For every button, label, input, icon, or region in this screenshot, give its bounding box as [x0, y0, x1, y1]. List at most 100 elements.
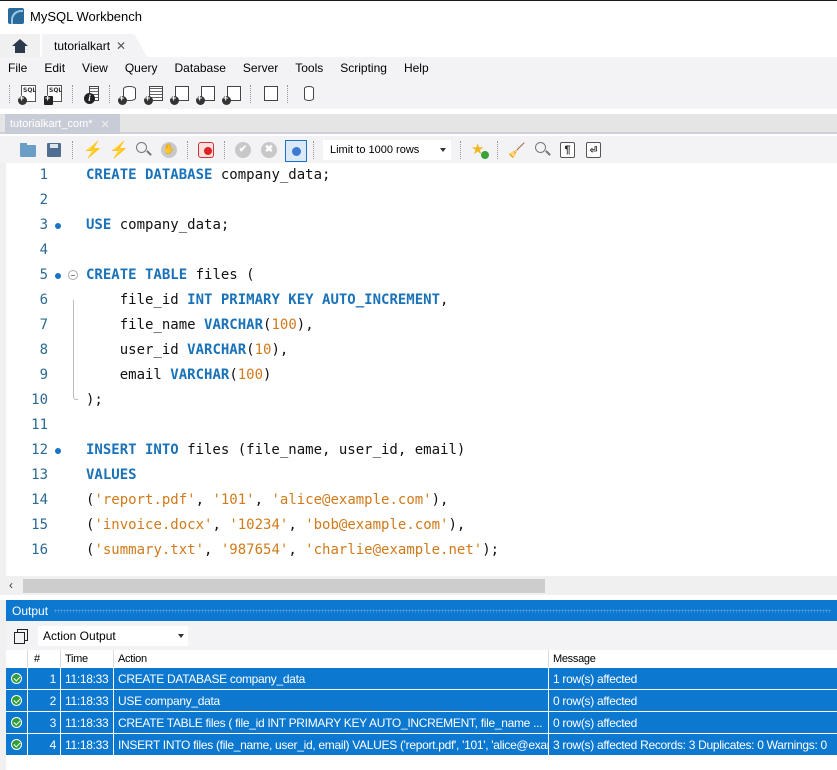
line-number: 14	[31, 492, 48, 508]
menu-edit[interactable]: Edit	[44, 61, 65, 75]
editor-horizontal-scrollbar[interactable]: ‹	[0, 576, 837, 595]
execute-current-button[interactable]: ⚡	[107, 140, 129, 160]
open-file-button[interactable]	[18, 140, 38, 160]
column-header-status[interactable]	[6, 650, 28, 667]
create-schema-button[interactable]	[117, 83, 139, 105]
table-row[interactable]: 2 11:18:33 USE company_data 0 row(s) aff…	[6, 689, 837, 711]
menu-tools[interactable]: Tools	[295, 61, 323, 75]
column-header-number[interactable]: #	[28, 650, 61, 667]
menu-server[interactable]: Server	[243, 61, 278, 75]
explain-button[interactable]	[133, 140, 153, 160]
time-cell: 11:18:33	[61, 668, 114, 689]
code-token: ),	[296, 317, 314, 333]
sql-keyword: INT PRIMARY KEY AUTO_INCREMENT	[187, 292, 441, 308]
code-token: company_data;	[212, 167, 331, 183]
number-cell: 3	[28, 712, 61, 733]
home-tab[interactable]	[0, 34, 40, 57]
code-line[interactable]: 1 CREATE DATABASE company_data;	[0, 163, 837, 188]
code-token: files (	[187, 267, 255, 283]
code-token: file_id	[86, 292, 188, 308]
beautify-button[interactable]: 🧹	[506, 140, 526, 160]
message-cell: 3 row(s) affected Records: 3 Duplicates:…	[553, 737, 827, 752]
line-number: 4	[39, 242, 48, 258]
output-panel-header: Output	[6, 600, 837, 621]
number-literal: 10	[254, 342, 272, 358]
code-line[interactable]: 12 INSERT INTO files (file_name, user_id,…	[0, 438, 837, 463]
search-data-icon	[264, 86, 278, 101]
create-table-button[interactable]	[143, 83, 165, 105]
create-view-button[interactable]	[169, 83, 191, 105]
line-number: 5	[39, 267, 48, 283]
stop-button[interactable]: ✋	[159, 140, 179, 160]
code-line[interactable]: 9 email VARCHAR(100)	[0, 363, 837, 388]
schema-inspector-button[interactable]: i	[80, 83, 102, 105]
column-header-time[interactable]: Time	[61, 650, 114, 667]
open-sql-script-button[interactable]: SQL	[43, 83, 65, 105]
code-line[interactable]: 2	[0, 188, 837, 213]
close-icon[interactable]: ✕	[101, 118, 110, 131]
code-text: ('summary.txt', '987654', 'charlie@examp…	[86, 538, 499, 563]
chevron-down-icon	[178, 633, 184, 638]
code-line[interactable]: 15 ('invoice.docx', '10234', 'bob@example…	[0, 513, 837, 538]
code-line[interactable]: 13 VALUES	[0, 463, 837, 488]
table-row[interactable]: 3 11:18:33 CREATE TABLE files ( file_id …	[6, 711, 837, 733]
menu-scripting[interactable]: Scripting	[340, 61, 387, 75]
code-line[interactable]: 5 CREATE TABLE files (	[0, 263, 837, 288]
sql-keyword: VALUES	[86, 467, 137, 483]
rollback-button[interactable]: ✖	[259, 140, 279, 160]
search-table-data-button[interactable]	[258, 83, 280, 105]
create-procedure-button[interactable]	[195, 83, 217, 105]
line-number: 2	[39, 192, 48, 208]
save-button[interactable]	[44, 140, 64, 160]
output-type-select[interactable]: Action Output	[38, 625, 188, 646]
table-row[interactable]: 1 11:18:33 CREATE DATABASE company_data …	[6, 667, 837, 689]
sql-editor[interactable]: 1 CREATE DATABASE company_data; 2 3 USE comp…	[0, 163, 837, 576]
table-row[interactable]: 4 11:18:33 INSERT INTO files (file_name,…	[6, 733, 837, 755]
limit-rows-select[interactable]: Limit to 1000 rows	[323, 139, 451, 160]
invisible-chars-button[interactable]: ¶	[558, 140, 578, 160]
panel-grip[interactable]	[54, 608, 831, 613]
toolbar-separator	[72, 140, 73, 159]
stop-on-error-icon	[198, 141, 214, 158]
scrollbar-thumb[interactable]	[23, 579, 545, 593]
find-button[interactable]	[532, 140, 552, 160]
menu-help[interactable]: Help	[404, 61, 429, 75]
commit-button[interactable]: ✔	[233, 140, 253, 160]
menu-view[interactable]: View	[82, 61, 108, 75]
execute-all-button[interactable]: ⚡	[81, 140, 103, 160]
column-header-message[interactable]: Message	[549, 650, 837, 667]
code-line[interactable]: 14 ('report.pdf', '101', 'alice@example.c…	[0, 488, 837, 513]
reconnect-button[interactable]	[295, 83, 317, 105]
line-number: 13	[31, 467, 48, 483]
code-line[interactable]: 16 ('summary.txt', '987654', 'charlie@exa…	[0, 538, 837, 563]
query-tab-bar: tutorialkart_com* ✕	[0, 114, 837, 134]
code-line[interactable]: 10);	[0, 388, 837, 413]
add-snippet-button[interactable]: ★	[469, 140, 489, 160]
close-icon[interactable]: ✕	[116, 39, 126, 53]
scroll-left-icon[interactable]: ‹	[9, 578, 13, 592]
code-line[interactable]: 3 USE company_data;	[0, 213, 837, 238]
word-wrap-button[interactable]: ⏎	[584, 140, 604, 160]
menu-query[interactable]: Query	[125, 61, 158, 75]
line-number: 7	[39, 317, 48, 333]
code-line[interactable]: 7 file_name VARCHAR(100),	[0, 313, 837, 338]
success-check-icon	[11, 673, 22, 684]
code-text: ('report.pdf', '101', 'alice@example.com…	[86, 488, 448, 513]
fold-toggle-icon[interactable]	[68, 270, 78, 280]
code-line[interactable]: 6 file_id INT PRIMARY KEY AUTO_INCREMENT…	[0, 288, 837, 313]
menu-database[interactable]: Database	[175, 61, 226, 75]
create-function-button[interactable]	[221, 83, 243, 105]
toolbar-separator	[187, 140, 188, 159]
code-line[interactable]: 11	[0, 413, 837, 438]
new-sql-tab-button[interactable]: SQL	[17, 83, 39, 105]
column-header-action[interactable]: Action	[114, 650, 549, 667]
copy-icon[interactable]	[14, 628, 28, 644]
autocommit-toggle[interactable]	[285, 139, 307, 162]
menu-file[interactable]: File	[8, 61, 27, 75]
window-title: MySQL Workbench	[30, 8, 142, 24]
connection-tab[interactable]: tutorialkart ✕	[42, 34, 147, 57]
code-line[interactable]: 4	[0, 238, 837, 263]
stop-on-error-button[interactable]	[196, 140, 216, 160]
code-line[interactable]: 8 user_id VARCHAR(10),	[0, 338, 837, 363]
query-tab[interactable]: tutorialkart_com* ✕	[5, 114, 120, 134]
